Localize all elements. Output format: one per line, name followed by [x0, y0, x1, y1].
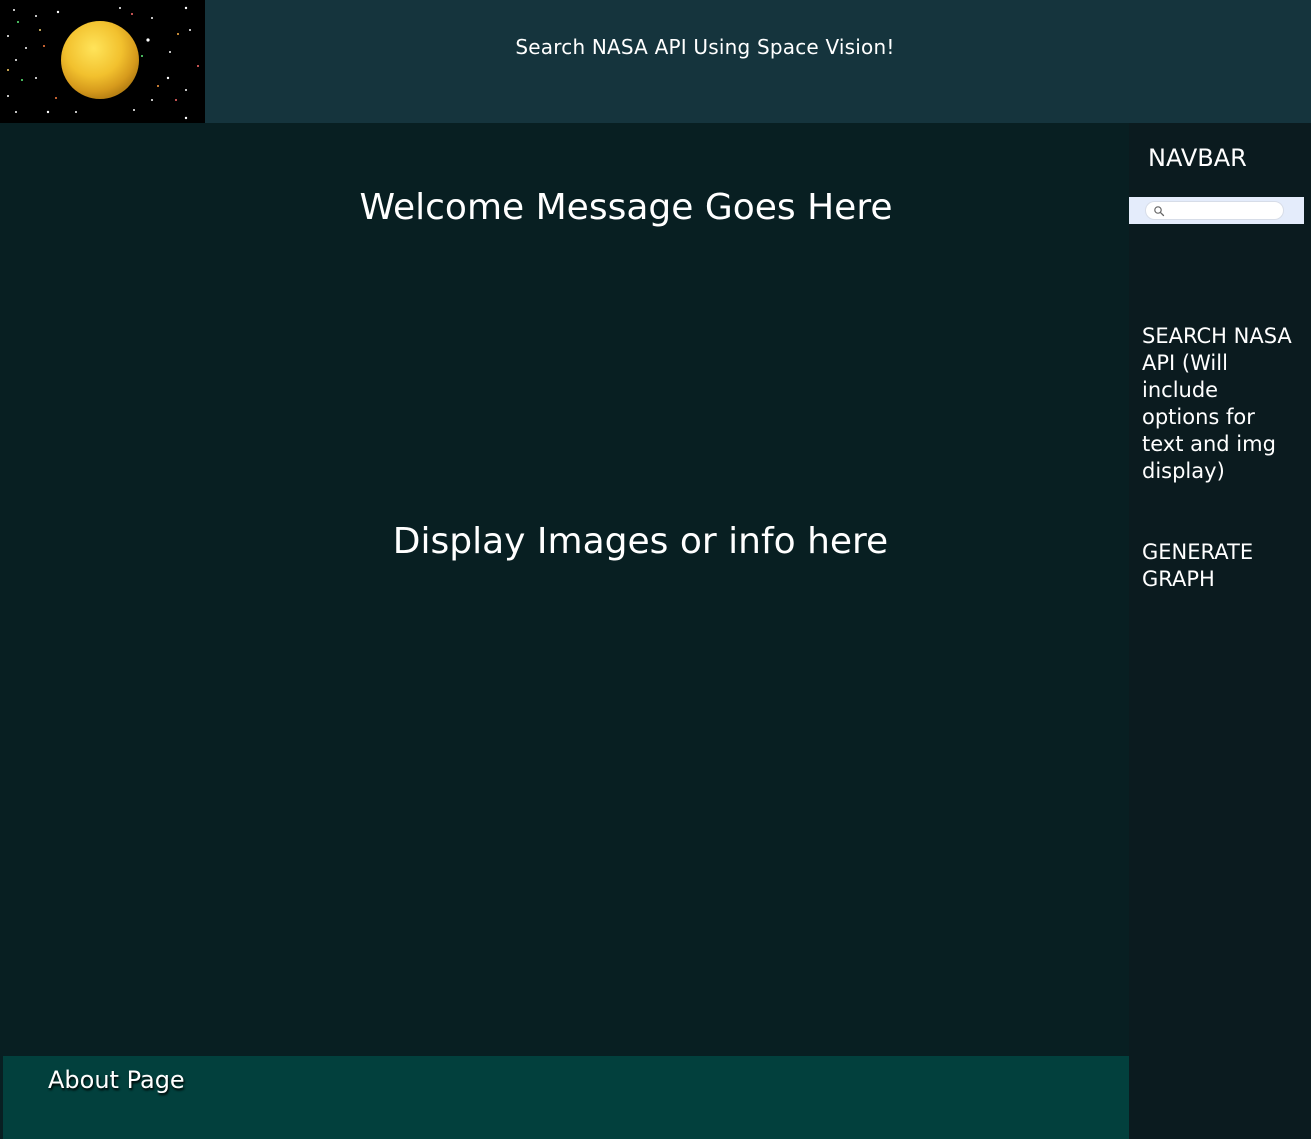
search-nasa-api-link[interactable]: SEARCH NASA API (Will include options fo… — [1142, 323, 1302, 485]
header: Search NASA API Using Space Vision! — [0, 0, 1311, 123]
display-area-placeholder: Display Images or info here — [392, 521, 889, 562]
planet-starfield-icon — [0, 0, 205, 123]
planet-icon — [61, 21, 139, 99]
search-input[interactable] — [1168, 203, 1280, 218]
about-page-link[interactable]: About Page — [48, 1066, 185, 1094]
footer: About Page — [3, 1056, 1129, 1139]
logo[interactable] — [0, 0, 205, 123]
main-content: Welcome Message Goes Here Display Images… — [0, 123, 1129, 1056]
search-field[interactable] — [1145, 201, 1284, 220]
header-title: Search NASA API Using Space Vision! — [515, 35, 895, 59]
search-icon — [1154, 206, 1165, 217]
welcome-message: Welcome Message Goes Here — [359, 187, 893, 228]
search-bar — [1129, 197, 1304, 224]
navbar-title: NAVBAR — [1148, 144, 1247, 172]
page: Search NASA API Using Space Vision! Welc… — [0, 0, 1311, 1139]
sidebar-navbar: NAVBAR SEARCH NASA API (Will include opt… — [1129, 123, 1311, 1139]
generate-graph-link[interactable]: GENERATE GRAPH — [1142, 539, 1302, 593]
